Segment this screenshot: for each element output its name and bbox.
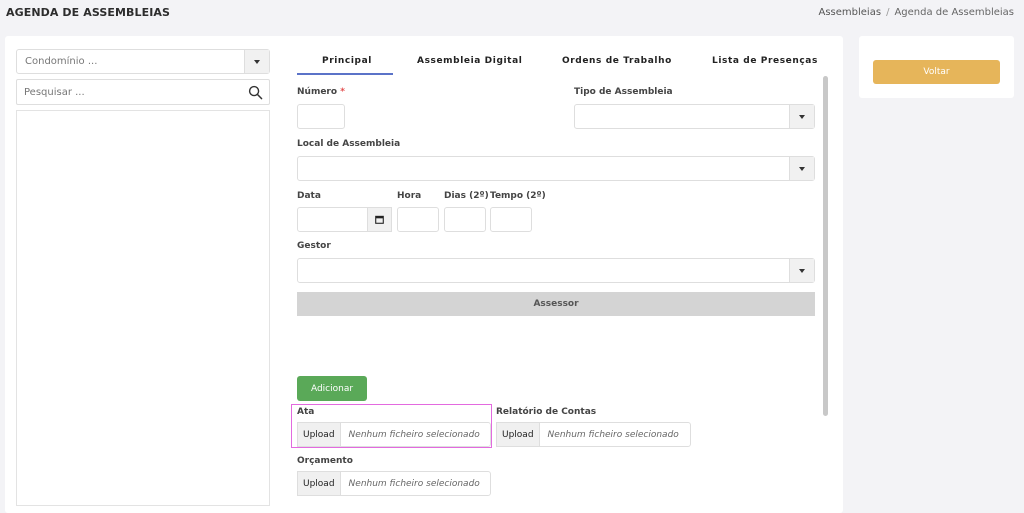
gestor-select[interactable] [297, 258, 815, 283]
chevron-down-icon[interactable] [244, 50, 269, 73]
data-label: Data [297, 191, 321, 201]
condominio-select[interactable]: Condomínio ... [16, 49, 270, 74]
tempo-input[interactable] [490, 207, 532, 232]
page-title: AGENDA DE ASSEMBLEIAS [6, 6, 171, 19]
dias-label: Dias (2º) [444, 191, 489, 201]
gestor-label: Gestor [297, 241, 331, 251]
relatorio-file-name: Nenhum ficheiro selecionado [538, 422, 691, 447]
calendar-icon [375, 215, 384, 224]
tab-principal[interactable]: Principal [322, 56, 372, 66]
orcamento-file-input[interactable]: Upload Nenhum ficheiro selecionado [297, 471, 491, 496]
search-box [16, 79, 270, 105]
calendar-button[interactable] [368, 207, 392, 232]
relatorio-file-input[interactable]: Upload Nenhum ficheiro selecionado [496, 422, 691, 447]
chevron-down-icon[interactable] [789, 105, 814, 128]
orcamento-upload-button[interactable]: Upload [297, 471, 340, 496]
breadcrumb: Assembleias / Agenda de Assembleias [819, 7, 1015, 18]
required-marker: * [340, 87, 345, 97]
scrollbar[interactable] [823, 76, 828, 416]
focus-highlight [291, 404, 492, 448]
hora-label: Hora [397, 191, 422, 201]
main-card: Condomínio ... Principal Assembleia Digi… [5, 36, 843, 513]
search-input[interactable] [24, 84, 224, 100]
data-input[interactable] [297, 207, 368, 232]
condominio-list [16, 110, 270, 506]
local-assembleia-label: Local de Assembleia [297, 139, 401, 149]
chevron-down-icon[interactable] [789, 259, 814, 282]
tipo-assembleia-select[interactable] [574, 104, 815, 129]
numero-label: Número * [297, 87, 345, 97]
voltar-button[interactable]: Voltar [873, 60, 1000, 84]
chevron-down-icon[interactable] [789, 157, 814, 180]
orcamento-file-name: Nenhum ficheiro selecionado [339, 471, 491, 496]
assessor-header: Assessor [297, 292, 815, 316]
numero-input[interactable] [297, 104, 345, 129]
tipo-assembleia-label: Tipo de Assembleia [574, 87, 673, 97]
breadcrumb-parent[interactable]: Assembleias [819, 7, 882, 18]
orcamento-label: Orçamento [297, 456, 353, 466]
breadcrumb-separator: / [886, 7, 890, 18]
active-tab-indicator [297, 73, 393, 75]
hora-input[interactable] [397, 207, 439, 232]
breadcrumb-current: Agenda de Assembleias [894, 7, 1014, 18]
condominio-select-placeholder: Condomínio ... [25, 56, 98, 67]
side-card: Voltar [859, 36, 1014, 98]
relatorio-contas-label: Relatório de Contas [496, 407, 597, 417]
relatorio-upload-button[interactable]: Upload [496, 422, 539, 447]
adicionar-button[interactable]: Adicionar [297, 376, 367, 401]
tab-ordens-de-trabalho[interactable]: Ordens de Trabalho [562, 56, 672, 66]
search-icon[interactable] [248, 85, 263, 100]
local-assembleia-select[interactable] [297, 156, 815, 181]
tab-lista-de-presencas[interactable]: Lista de Presenças [712, 56, 818, 66]
tempo-label: Tempo (2º) [490, 191, 546, 201]
tab-assembleia-digital[interactable]: Assembleia Digital [417, 56, 522, 66]
dias-input[interactable] [444, 207, 486, 232]
